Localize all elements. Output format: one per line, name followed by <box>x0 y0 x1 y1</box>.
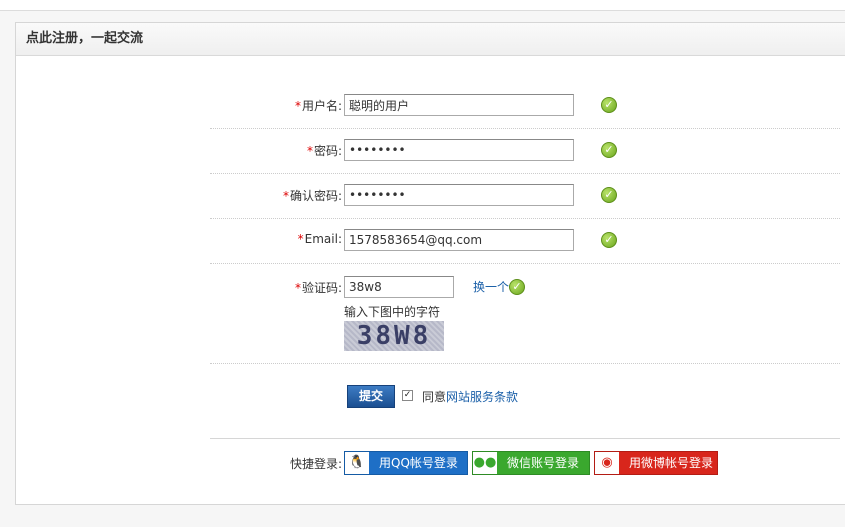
penguin-icon: 🐧 <box>345 452 369 474</box>
username-label: *用户名: <box>294 99 342 113</box>
username-input[interactable] <box>344 94 574 116</box>
submit-button[interactable]: 提交 <box>347 385 395 408</box>
confirm-password-check-icon: ✓ <box>601 187 617 203</box>
qq-login-button[interactable]: 🐧 用QQ帐号登录 <box>344 451 468 475</box>
quick-login-label: 快捷登录: <box>289 457 342 471</box>
agree-checkbox[interactable]: ✓ <box>402 390 413 401</box>
captcha-check-icon: ✓ <box>509 279 525 295</box>
email-check-icon: ✓ <box>601 232 617 248</box>
captcha-hint: 输入下图中的字符 <box>344 305 441 319</box>
confirm-password-row: *确认密码: ✓ <box>210 173 840 219</box>
panel-title: 点此注册，一起交流 <box>16 23 845 56</box>
email-input[interactable] <box>344 229 574 251</box>
weibo-login-button[interactable]: ◉ 用微博帐号登录 <box>594 451 718 475</box>
captcha-label: *验证码: <box>294 281 342 295</box>
confirm-password-input[interactable] <box>344 184 574 206</box>
password-check-icon: ✓ <box>601 142 617 158</box>
email-label: *Email: <box>297 232 342 246</box>
password-label: *密码: <box>306 144 342 158</box>
username-check-icon: ✓ <box>601 97 617 113</box>
captcha-refresh-link[interactable]: 换一个 <box>473 278 509 295</box>
terms-link[interactable]: 网站服务条款 <box>446 390 518 404</box>
submit-row: 提交 ✓ 同意网站服务条款 <box>210 363 840 439</box>
confirm-password-label: *确认密码: <box>282 189 342 203</box>
wechat-login-button[interactable]: ●● 微信账号登录 <box>472 451 590 475</box>
password-row: *密码: ✓ <box>210 128 840 174</box>
captcha-image[interactable]: 38W8 <box>344 321 444 351</box>
wechat-icon: ●● <box>473 452 497 474</box>
username-row: *用户名: ✓ <box>210 83 840 129</box>
email-row: *Email: ✓ <box>210 218 840 264</box>
captcha-input[interactable] <box>344 276 454 298</box>
top-divider <box>0 0 845 11</box>
quick-login-row: 快捷登录: 🐧 用QQ帐号登录 ●● 微信账号登录 ◉ 用微博帐号登录 <box>210 439 840 489</box>
weibo-icon: ◉ <box>595 452 619 474</box>
captcha-row: *验证码: 换一个 ✓ 输入下图中的字符 38W8 <box>210 263 840 364</box>
password-input[interactable] <box>344 139 574 161</box>
agree-text: 同意网站服务条款 <box>422 390 519 404</box>
